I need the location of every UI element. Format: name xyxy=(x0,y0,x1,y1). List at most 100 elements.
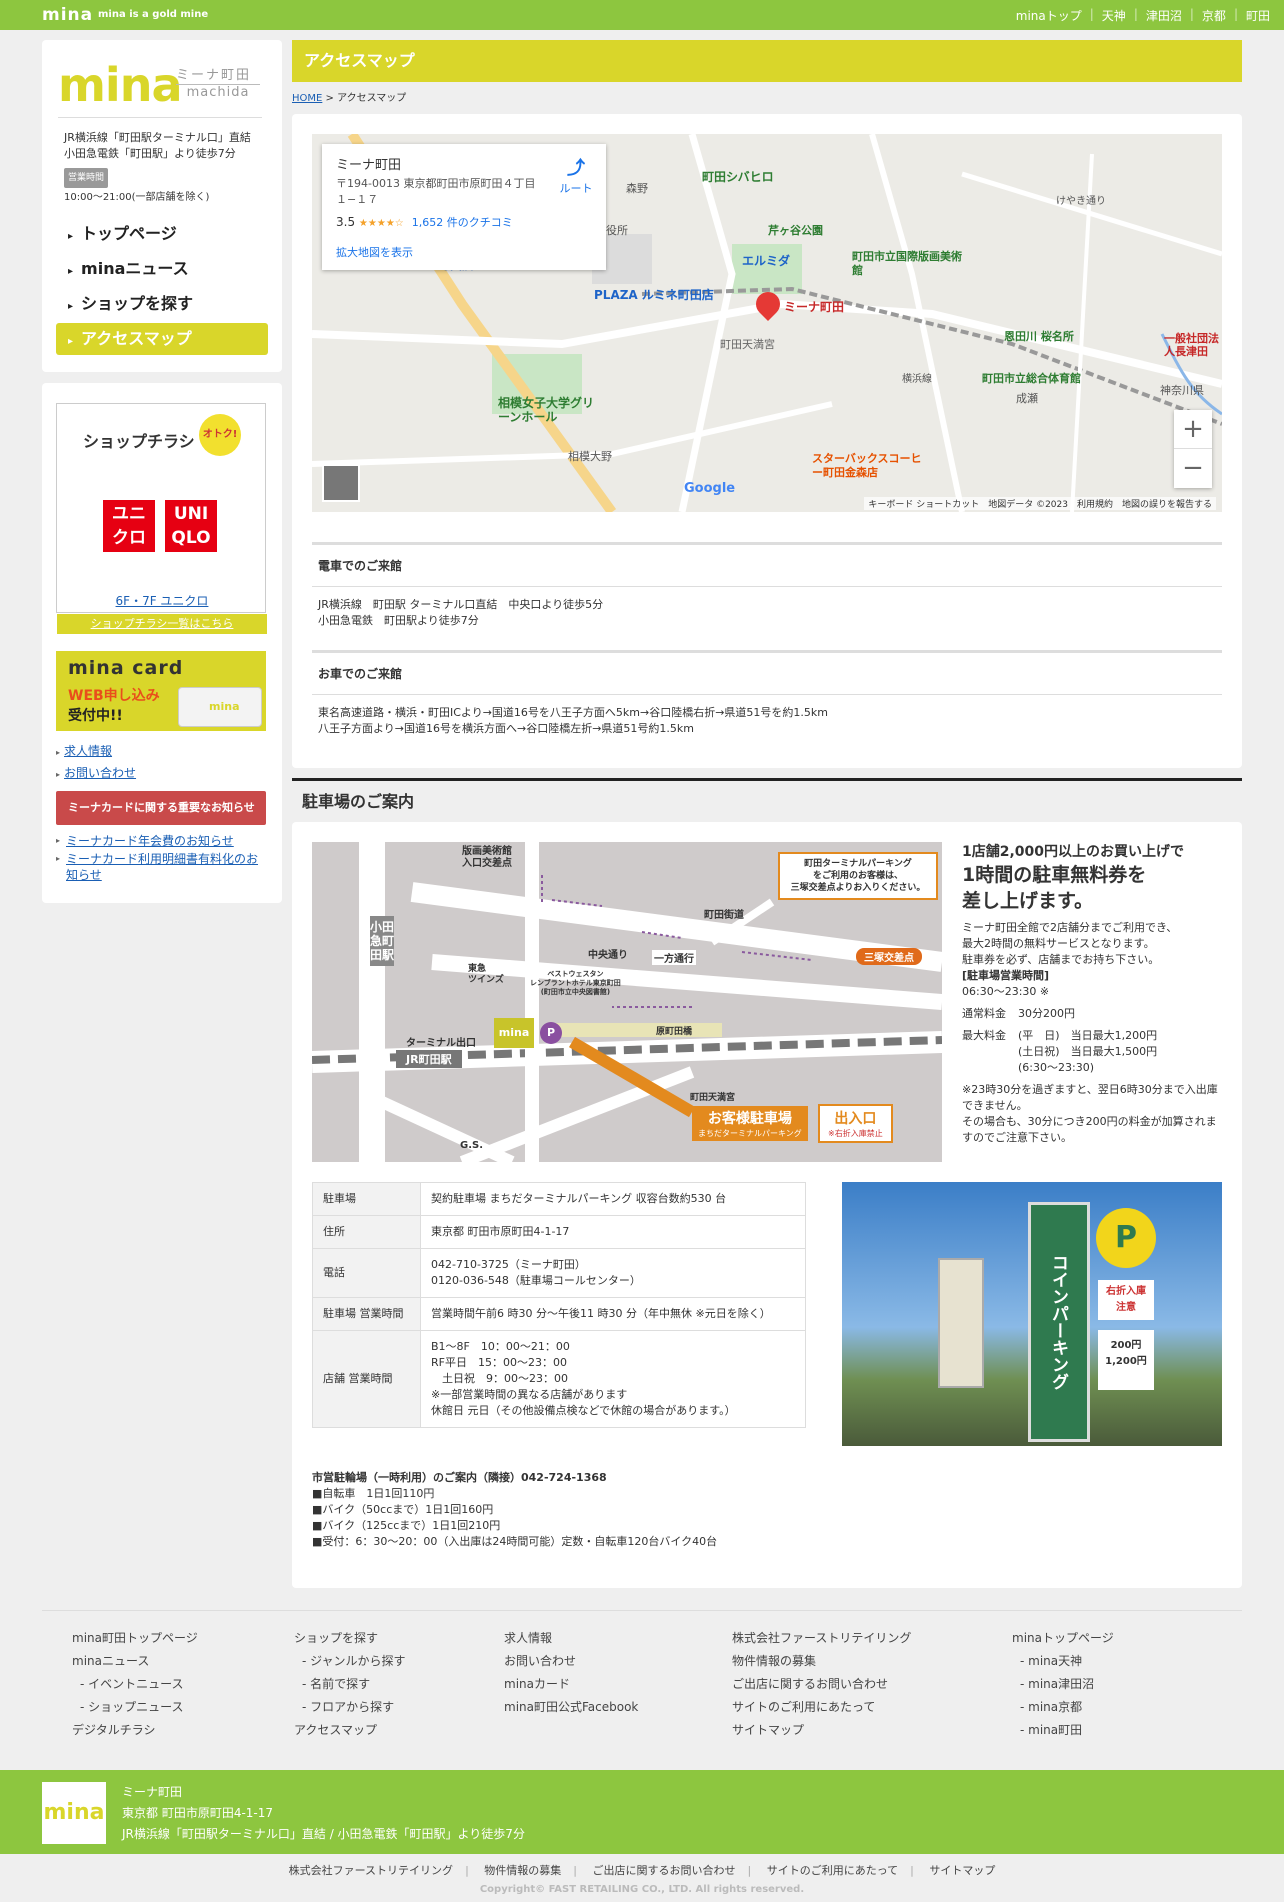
map-label: 相模女子大学グリーンホール xyxy=(498,396,595,424)
footer-link[interactable]: - mina町田 xyxy=(1012,1719,1114,1742)
footer-link[interactable]: minaトップページ xyxy=(1012,1627,1114,1650)
top-nav-tenjin[interactable]: 天神 xyxy=(1102,7,1126,24)
link-contact[interactable]: お問い合わせ xyxy=(64,766,136,780)
map-satellite-toggle[interactable] xyxy=(322,464,360,502)
promo-line-3: 差し上げます。 xyxy=(962,890,1094,912)
parking-hours-heading: [駐車場営業時間] xyxy=(962,969,1050,982)
footer-link[interactable]: - mina津田沼 xyxy=(1012,1673,1114,1696)
flyer-link-uniqlo[interactable]: 6F・7F ユニクロ xyxy=(116,594,209,608)
footer-link[interactable]: 株式会社ファーストリテイリング xyxy=(732,1627,911,1650)
footer-link[interactable]: アクセスマップ xyxy=(294,1719,406,1742)
bottom-link[interactable]: 株式会社ファーストリテイリング xyxy=(289,1864,453,1877)
map-mina-building: mina xyxy=(494,1018,534,1048)
train-access-odakyu: 小田急電鉄 町田駅より徒歩7分 xyxy=(318,614,479,627)
menu-access-map[interactable]: アクセスマップ xyxy=(56,323,268,355)
map-oneway: 一方通行 xyxy=(652,950,696,965)
access-odakyu: 小田急電鉄「町田駅」より徒歩7分 xyxy=(64,147,236,160)
top-nav-mina-top[interactable]: minaトップ xyxy=(1016,7,1082,24)
table-value: 営業時間午前6 時30 分〜午後11 時30 分（年中無休 ※元日を除く） xyxy=(420,1297,806,1331)
parking-desc: ミーナ町田全館で2店舗分までご利用でき、 xyxy=(962,921,1178,934)
bicycle-parking: 市営駐輪場（一時利用）のご案内（隣接）042-724-1368 ■自転車 1日1… xyxy=(312,1470,717,1550)
site-logo[interactable]: mina ミーナ町田 machida xyxy=(58,58,262,118)
breadcrumb: HOME > アクセスマップ xyxy=(292,89,406,104)
footer-link[interactable]: デジタルチラシ xyxy=(72,1719,198,1742)
top-logo[interactable]: mina xyxy=(42,5,93,25)
link-recruit[interactable]: 求人情報 xyxy=(64,744,112,758)
table-key: 電話 xyxy=(312,1248,421,1298)
table-row: 駐車場 営業時間 営業時間午前6 時30 分〜午後11 時30 分（年中無休 ※元… xyxy=(312,1297,806,1331)
bicycle-fee: ■受付：6：30〜20：00（入出庫は24時間可能）定数・自転車120台バイク4… xyxy=(312,1535,718,1548)
footer-link[interactable]: - mina京都 xyxy=(1012,1696,1114,1719)
google-map[interactable]: ミーナ町田 町田シバヒロ 芹ヶ谷公園 町田市立国際版画美術館 エルミダ ドワン町… xyxy=(312,134,1222,512)
menu-mina-news[interactable]: minaニュース xyxy=(56,253,268,285)
footer-link[interactable]: mina町田公式Facebook xyxy=(504,1696,638,1719)
map-attribution[interactable]: キーボード ショートカット 地図データ ©2023 利用規約 地図の誤りを報告す… xyxy=(864,497,1216,510)
map-label: けやき通り xyxy=(1056,196,1106,207)
hours-badge: 営業時間 xyxy=(64,168,109,188)
bottom-link[interactable]: サイトのご利用にあたって xyxy=(767,1864,898,1877)
bottom-link[interactable]: ご出店に関するお問い合わせ xyxy=(593,1864,736,1877)
footer-link[interactable]: - 名前で探す xyxy=(294,1673,406,1696)
footer-link[interactable]: minaニュース xyxy=(72,1650,198,1673)
promo-line-1: 1店舗2,000円以上のお買い上げで xyxy=(962,844,1185,860)
map-reviews-link[interactable]: 1,652 件のクチコミ xyxy=(412,216,513,229)
top-nav-machida[interactable]: 町田 xyxy=(1246,7,1270,24)
menu-top-page[interactable]: トップページ xyxy=(56,218,268,250)
footer-link[interactable]: サイトマップ xyxy=(732,1719,911,1742)
map-rating: 3.5 ★★★★☆ 1,652 件のクチコミ xyxy=(336,214,513,230)
mina-card-banner[interactable]: mina card WEB申し込み 受付中!! mina xyxy=(56,651,266,731)
bottom-link[interactable]: サイトマップ xyxy=(929,1864,995,1877)
map-customer-parking: お客様駐車場 まちだターミナルパーキング xyxy=(692,1106,808,1141)
breadcrumb-home[interactable]: HOME xyxy=(292,93,322,104)
google-logo: Google xyxy=(684,481,736,496)
mina-card-notice-button[interactable]: ミーナカードに関する重要なお知らせ xyxy=(56,791,266,825)
notice-statement-fee[interactable]: ミーナカード利用明細書有料化のお知らせ xyxy=(66,852,258,882)
footer-link[interactable]: - イベントニュース xyxy=(72,1673,198,1696)
footer-store-info: mina ミーナ町田 東京都 町田市原町田4-1-17 JR横浜線「町田駅ターミ… xyxy=(0,1770,1284,1854)
footer-link[interactable]: ご出店に関するお問い合わせ xyxy=(732,1673,911,1696)
map-enlarge-link[interactable]: 拡大地図を表示 xyxy=(336,244,413,260)
top-nav-tsudanuma[interactable]: 津田沼 xyxy=(1146,7,1182,24)
footer-link[interactable]: ショップを探す xyxy=(294,1627,406,1650)
zoom-out-button[interactable]: − xyxy=(1174,449,1212,488)
uniqlo-logo-en[interactable]: UNI QLO xyxy=(165,500,217,552)
footer-col-4: 株式会社ファーストリテイリング 物件情報の募集 ご出店に関するお問い合わせ サイ… xyxy=(732,1627,911,1742)
footer-link[interactable]: - フロアから探す xyxy=(294,1696,406,1719)
notice-annual-fee[interactable]: ミーナカード年会費のお知らせ xyxy=(66,834,234,848)
footer-logo[interactable]: mina xyxy=(42,1782,106,1844)
normal-fee-label: 通常料金 xyxy=(962,1007,1006,1020)
copyright: Copyright© FAST RETAILING CO., LTD. All … xyxy=(479,1884,805,1895)
footer-link[interactable]: minaカード xyxy=(504,1673,638,1696)
footer-store-access: JR横浜線「町田駅ターミナル口」直結 / 小田急電鉄「町田駅」より徒歩7分 xyxy=(122,1827,525,1841)
zoom-in-button[interactable]: + xyxy=(1174,410,1212,449)
menu-find-shop[interactable]: ショップを探す xyxy=(56,288,268,320)
parking-desc: 最大2時間の無料サービスとなります。 xyxy=(962,937,1155,950)
table-row: 店舗 営業時間 B1～8F 10：00～21：00 RF平日 15：00～23：00… xyxy=(312,1330,806,1428)
footer-store-address: 東京都 町田市原町田4-1-17 xyxy=(122,1806,274,1820)
map-label: PLAZA ルミネ町田店 xyxy=(594,288,714,302)
footer-link[interactable]: - ジャンルから探す xyxy=(294,1650,406,1673)
footer-link[interactable]: サイトのご利用にあたって xyxy=(732,1696,911,1719)
parking-p-icon: P xyxy=(1096,1208,1156,1268)
uniqlo-logo-jp[interactable]: ユニ クロ xyxy=(103,500,155,552)
flyer-list-link[interactable]: ショップチラシ一覧はこちら xyxy=(57,614,267,634)
footer-link[interactable]: 物件情報の募集 xyxy=(732,1650,911,1673)
footer-link[interactable]: お問い合わせ xyxy=(504,1650,638,1673)
table-row: 住所 東京都 町田市原町田4-1-17 xyxy=(312,1215,806,1249)
footer-link[interactable]: - ショップニュース xyxy=(72,1696,198,1719)
map-jr-station: JR町田駅 xyxy=(396,1050,462,1068)
map-label: 町田市立総合体育館 xyxy=(982,372,1081,385)
parking-map: 版画美術館 入口交差点 小田急町田駅 町田ターミナルパーキング をご利用のお客様… xyxy=(312,842,942,1162)
footer-link[interactable]: - mina天神 xyxy=(1012,1650,1114,1673)
parking-note: その場合も、30分につき200円の料金が加算されますのでご注意下さい。 xyxy=(962,1115,1217,1144)
card-accepting: 受付中!! xyxy=(68,708,123,724)
footer-col-2: ショップを探す - ジャンルから探す - 名前で探す - フロアから探す アクセ… xyxy=(294,1627,406,1742)
train-access-section: 電車でのご来館 JR横浜線 町田駅 ターミナル口直結 中央口より徒歩5分 小田急電… xyxy=(312,542,1222,639)
map-museum-label: 版画美術館 入口交差点 xyxy=(462,846,512,869)
bottom-link[interactable]: 物件情報の募集 xyxy=(484,1864,561,1877)
footer-link[interactable]: mina町田トップページ xyxy=(72,1627,198,1650)
map-route-button[interactable]: ⤴ ルート xyxy=(554,154,598,196)
footer-link[interactable]: 求人情報 xyxy=(504,1627,638,1650)
top-nav-kyoto[interactable]: 京都 xyxy=(1202,7,1226,24)
car-access-line: 東名高速道路・横浜・町田ICより→国道16号を八王子方面へ5km→谷口陸橋右折→… xyxy=(318,706,829,719)
